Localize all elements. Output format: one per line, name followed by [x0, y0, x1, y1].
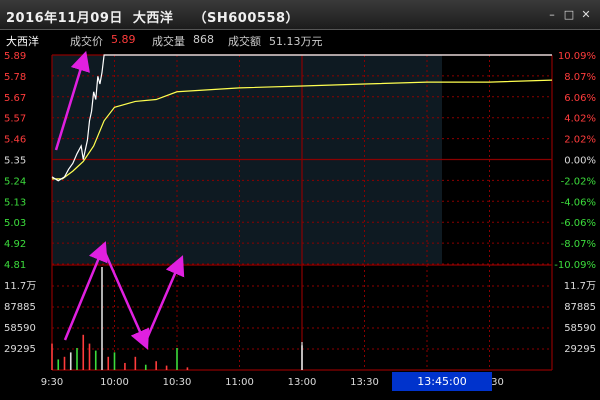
volume-bar	[94, 350, 97, 370]
volume-axis-left-label: 87885	[4, 302, 36, 313]
volume-bar	[155, 361, 157, 370]
percent-axis-right-label: -10.09%	[554, 260, 596, 271]
volume-bar	[134, 356, 137, 370]
cursor-time-box: 13:45:00	[392, 372, 492, 391]
volume-axis-left-label: 29295	[4, 344, 36, 355]
annotation-arrow	[143, 255, 185, 344]
price-axis-left-label: 5.67	[4, 93, 26, 104]
percent-axis-right-label: -8.07%	[561, 239, 596, 250]
intraday-chart[interactable]: 5.89 5.78 5.67 5.57 5.46 5.35 5.24 5.13 5.03 4.92…	[0, 0, 600, 400]
price-axis-left-label: 5.78	[4, 72, 26, 83]
volume-axis-left-label: 58590	[4, 323, 36, 334]
volume-axis-right-label: 11.7万	[564, 281, 596, 292]
time-axis-label: 13:30	[350, 377, 379, 388]
volume-bar	[57, 359, 60, 370]
volume-bar	[51, 343, 53, 370]
percent-axis-right-label: 4.02%	[564, 114, 596, 125]
price-axis-left-label: 5.03	[4, 218, 26, 229]
percent-axis-right-label: 8.07%	[564, 72, 596, 83]
volume-bar	[144, 364, 147, 370]
time-axis-label: 9:30	[41, 377, 63, 388]
volume-bar	[186, 367, 189, 370]
volume-bar	[69, 352, 72, 370]
quote-window: 2016年11月09日 大西洋 （SH600558） – □ ✕ 大西洋 成交价…	[0, 0, 600, 400]
price-axis-left-label: 5.13	[4, 197, 26, 208]
time-axis-label: 10:30	[163, 377, 192, 388]
percent-axis-right-label: 0.00%	[564, 156, 596, 167]
volume-bar	[176, 347, 178, 370]
volume-bar	[113, 352, 116, 370]
price-axis-left-label: 5.46	[4, 135, 26, 146]
price-axis-left-label: 5.89	[4, 51, 26, 62]
time-axis-label: 13:00	[288, 377, 317, 388]
price-axis-left-label: 5.57	[4, 114, 26, 125]
volume-axis-right-label: 29295	[564, 344, 596, 355]
percent-axis-right-label: -4.06%	[561, 197, 596, 208]
volume-bar	[165, 365, 168, 370]
time-axis-label: 11:00	[225, 377, 254, 388]
percent-axis-right-label: 10.09%	[558, 51, 596, 62]
percent-axis-right-label: 2.02%	[564, 135, 596, 146]
volume-bar	[76, 347, 78, 370]
percent-axis-right-label: 6.06%	[564, 93, 596, 104]
volume-axis-right-label: 58590	[564, 323, 596, 334]
percent-axis-right-label: -6.06%	[561, 218, 596, 229]
percent-axis-right-label: -2.02%	[561, 176, 596, 187]
price-axis-left-label: 5.35	[4, 156, 26, 167]
volume-bar	[124, 362, 126, 370]
time-axis-label: 10:00	[100, 377, 129, 388]
volume-axis-left-label: 11.7万	[4, 281, 36, 292]
price-axis-left-label: 4.81	[4, 260, 26, 271]
volume-bar	[63, 356, 66, 370]
volume-bar	[107, 356, 110, 370]
volume-bar	[82, 334, 85, 370]
volume-bar	[101, 267, 103, 370]
price-axis-left-label: 4.92	[4, 239, 26, 250]
price-axis-left-label: 5.24	[4, 176, 26, 187]
volume-bar	[88, 343, 91, 370]
volume-axis-right-label: 87885	[564, 302, 596, 313]
